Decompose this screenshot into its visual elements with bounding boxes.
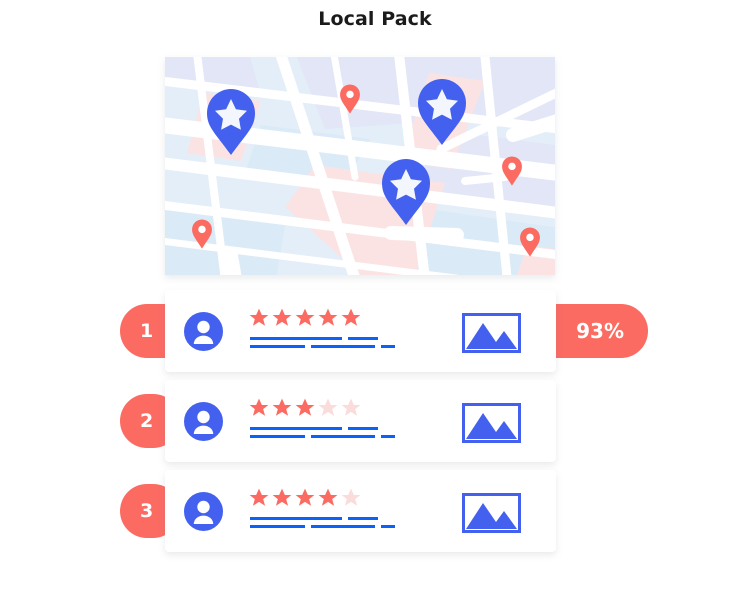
star-empty-icon xyxy=(318,398,338,416)
image-placeholder-icon[interactable] xyxy=(462,493,521,533)
page-title: Local Pack xyxy=(318,8,432,30)
user-avatar-icon xyxy=(184,312,223,351)
star-rating xyxy=(249,398,361,418)
result-card[interactable] xyxy=(165,380,556,462)
snippet-segment xyxy=(348,427,378,430)
rank-number: 2 xyxy=(140,410,154,432)
snippet-segment xyxy=(348,337,378,340)
star-filled-icon xyxy=(318,308,338,326)
result-row[interactable]: 2 xyxy=(0,376,750,466)
result-row[interactable]: 1 93% xyxy=(0,286,750,376)
snippet-segment xyxy=(348,517,378,520)
star-filled-icon xyxy=(249,398,269,416)
star-filled-icon xyxy=(318,488,338,506)
image-placeholder-icon[interactable] xyxy=(462,313,521,353)
snippet-segment xyxy=(380,345,395,348)
star-filled-icon xyxy=(341,308,361,326)
rank-number: 1 xyxy=(140,320,154,342)
snippet-segment xyxy=(250,345,305,348)
snippet-segment xyxy=(250,525,305,528)
snippet-line-row xyxy=(250,435,395,438)
snippet-line-row xyxy=(250,427,395,430)
snippet-segment xyxy=(310,345,375,348)
user-avatar-icon xyxy=(184,492,223,531)
star-empty-icon xyxy=(341,488,361,506)
snippet-segment xyxy=(250,517,342,520)
map-card[interactable] xyxy=(165,57,555,275)
snippet-line-row xyxy=(250,337,395,340)
star-filled-icon xyxy=(295,488,315,506)
rank-number: 3 xyxy=(140,500,154,522)
snippet-segment xyxy=(250,427,342,430)
snippet-lines xyxy=(250,517,395,533)
result-card[interactable] xyxy=(165,290,556,372)
star-rating xyxy=(249,308,361,328)
snippet-segment xyxy=(310,435,375,438)
map-graphic xyxy=(165,57,555,275)
star-filled-icon xyxy=(295,308,315,326)
star-filled-icon xyxy=(272,398,292,416)
snippet-segment xyxy=(250,337,342,340)
snippet-segment xyxy=(380,435,395,438)
star-rating xyxy=(249,488,361,508)
star-filled-icon xyxy=(249,488,269,506)
snippet-line-row xyxy=(250,525,395,528)
snippet-segment xyxy=(250,435,305,438)
user-avatar-icon xyxy=(184,402,223,441)
star-empty-icon xyxy=(341,398,361,416)
snippet-segment xyxy=(310,525,375,528)
snippet-line-row xyxy=(250,345,395,348)
result-row[interactable]: 3 xyxy=(0,466,750,556)
image-placeholder-icon[interactable] xyxy=(462,403,521,443)
snippet-line-row xyxy=(250,517,395,520)
snippet-lines xyxy=(250,337,395,353)
snippet-segment xyxy=(380,525,395,528)
score-badge: 93% xyxy=(576,319,624,343)
star-filled-icon xyxy=(295,398,315,416)
result-card[interactable] xyxy=(165,470,556,552)
star-filled-icon xyxy=(272,308,292,326)
star-filled-icon xyxy=(272,488,292,506)
snippet-lines xyxy=(250,427,395,443)
star-filled-icon xyxy=(249,308,269,326)
results-list: 1 93% 2 3 xyxy=(0,286,750,556)
